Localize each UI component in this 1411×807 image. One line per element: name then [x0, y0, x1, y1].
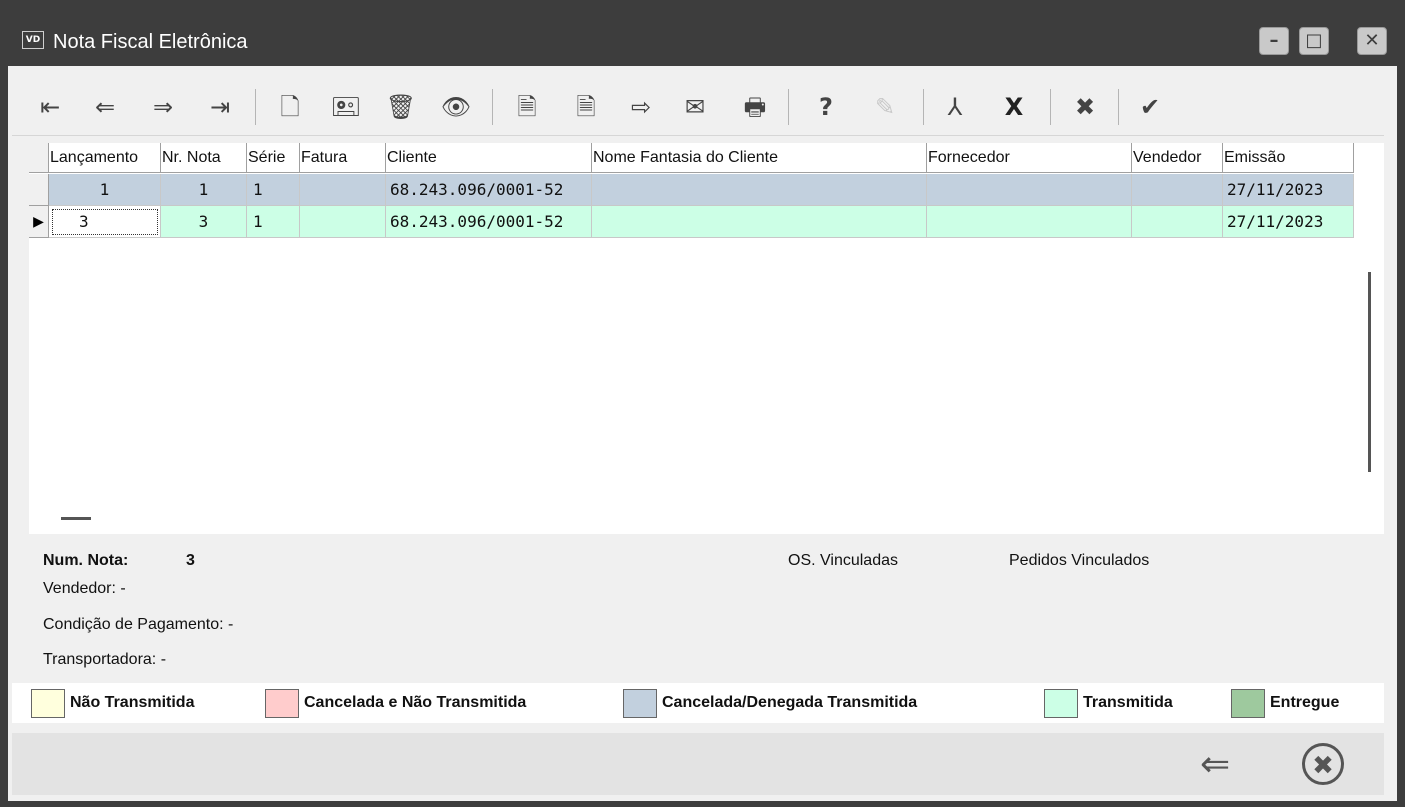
- toolbar: ⇤ ⇐ ⇒ ⇥ 🗋 🖭 🗑 👁 🗎 🗎 ⇨ ✉ 🖶 ? ✎ ⅄ X ✖ ✔: [12, 79, 1384, 136]
- view-eye-icon[interactable]: 👁: [436, 79, 476, 135]
- pedidos-vinculados-link[interactable]: Pedidos Vinculados: [1009, 552, 1149, 570]
- num-nota-value: 3: [186, 552, 195, 569]
- horizontal-scrollbar[interactable]: [61, 517, 91, 520]
- cell-vendedor[interactable]: [1132, 206, 1223, 238]
- cell-emissao[interactable]: 27/11/2023: [1223, 206, 1354, 238]
- column-header-emissao[interactable]: Emissão: [1223, 143, 1354, 173]
- column-header-serie[interactable]: Série: [247, 143, 300, 173]
- back-arrow-icon[interactable]: ⇐: [1200, 745, 1230, 785]
- table-row[interactable]: 1 1 1 68.243.096/0001-52 27/11/2023: [29, 174, 1354, 206]
- edit-disabled-icon: ✎: [874, 93, 896, 121]
- column-header-lancamento[interactable]: Lançamento: [49, 143, 161, 173]
- transmit-icon[interactable]: ⇨: [621, 79, 661, 135]
- legend-swatch-cancelada-nao-transmitida: [265, 689, 299, 718]
- cell-nome-fantasia[interactable]: [592, 174, 927, 206]
- legend-label-entregue: Entregue: [1270, 694, 1340, 711]
- close-circle-icon[interactable]: ✖: [1302, 743, 1344, 785]
- main-window: VD Nota Fiscal Eletrônica – □ ✕ ⇤ ⇐ ⇒ ⇥ …: [0, 0, 1405, 807]
- minimize-button[interactable]: –: [1259, 27, 1289, 55]
- vendedor-info: Vendedor: -: [43, 580, 126, 597]
- next-record-icon[interactable]: ⇒: [143, 79, 183, 135]
- cell-fatura[interactable]: [300, 206, 386, 238]
- toolbar-separator: [923, 89, 924, 125]
- vertical-scrollbar[interactable]: [1368, 272, 1371, 472]
- window-title: Nota Fiscal Eletrônica: [53, 31, 248, 53]
- confirm-check-icon[interactable]: ✔: [1130, 79, 1170, 135]
- legend-label-nao-transmitida: Não Transmitida: [70, 694, 195, 711]
- os-vinculadas-link[interactable]: OS. Vinculadas: [788, 552, 898, 570]
- title-bar: VD Nota Fiscal Eletrônica – □ ✕: [0, 8, 1405, 66]
- toolbar-separator: [255, 89, 256, 125]
- table-row-selected[interactable]: ▶ 3 3 1 68.243.096/0001-52 27/11/2023: [29, 206, 1354, 238]
- last-record-icon[interactable]: ⇥: [200, 79, 240, 135]
- close-window-button[interactable]: ✕: [1357, 27, 1387, 55]
- cell-serie[interactable]: 1: [247, 174, 300, 206]
- status-legend: Não Transmitida Cancelada e Não Transmit…: [12, 683, 1384, 723]
- new-document-icon[interactable]: 🗋: [270, 79, 310, 135]
- legend-swatch-transmitida: [1044, 689, 1078, 718]
- toolbar-separator: [492, 89, 493, 125]
- transportadora-info: Transportadora: -: [43, 651, 167, 668]
- column-header-fatura[interactable]: Fatura: [300, 143, 386, 173]
- legend-label-cancelada-denegada: Cancelada/Denegada Transmitida: [662, 694, 918, 711]
- cell-fatura[interactable]: [300, 174, 386, 206]
- cell-cliente[interactable]: 68.243.096/0001-52: [386, 206, 592, 238]
- column-header-cliente[interactable]: Cliente: [386, 143, 592, 173]
- help-icon[interactable]: ?: [806, 79, 846, 135]
- grid-indicator-header: [29, 143, 49, 173]
- delete-trash-icon[interactable]: 🗑: [381, 79, 421, 135]
- pdf-icon[interactable]: ⅄: [935, 79, 975, 135]
- print-icon[interactable]: 🖶: [735, 79, 775, 135]
- document-sync-icon[interactable]: 🗎: [566, 79, 606, 135]
- cell-nr-nota[interactable]: 1: [161, 174, 247, 206]
- first-record-icon[interactable]: ⇤: [30, 79, 70, 135]
- legend-swatch-nao-transmitida: [31, 689, 65, 718]
- cell-fornecedor[interactable]: [927, 174, 1132, 206]
- num-nota-label: Num. Nota:: [43, 552, 129, 569]
- cell-lancamento[interactable]: 1: [49, 174, 161, 206]
- current-row-arrow-icon: ▶: [29, 206, 49, 238]
- cell-fornecedor[interactable]: [927, 206, 1132, 238]
- legend-label-transmitida: Transmitida: [1083, 694, 1173, 711]
- row-indicator: [29, 174, 49, 206]
- condicao-pagamento-info: Condição de Pagamento: -: [43, 616, 234, 633]
- footer-bar: ⇐ ✖: [12, 733, 1384, 795]
- toolbar-separator: [788, 89, 789, 125]
- maximize-button[interactable]: □: [1299, 27, 1329, 55]
- cancel-document-icon[interactable]: 🗎: [507, 79, 547, 135]
- toolbar-separator: [1118, 89, 1119, 125]
- column-header-nr-nota[interactable]: Nr. Nota: [161, 143, 247, 173]
- toolbar-separator: [1050, 89, 1051, 125]
- invoice-grid[interactable]: Lançamento Nr. Nota Série Fatura Cliente…: [29, 143, 1384, 534]
- cell-emissao[interactable]: 27/11/2023: [1223, 174, 1354, 206]
- cell-cliente[interactable]: 68.243.096/0001-52: [386, 174, 592, 206]
- column-header-fornecedor[interactable]: Fornecedor: [927, 143, 1132, 173]
- cell-nome-fantasia[interactable]: [592, 206, 927, 238]
- email-icon[interactable]: ✉: [675, 79, 715, 135]
- column-header-vendedor[interactable]: Vendedor: [1132, 143, 1223, 173]
- cash-register-icon[interactable]: 🖭: [326, 79, 366, 135]
- legend-swatch-entregue: [1231, 689, 1265, 718]
- cancel-circle-icon[interactable]: ✖: [1065, 79, 1105, 135]
- cell-nr-nota[interactable]: 3: [161, 206, 247, 238]
- cell-vendedor[interactable]: [1132, 174, 1223, 206]
- cell-lancamento[interactable]: 3: [49, 206, 161, 238]
- legend-label-cancelada-nao-transmitida: Cancelada e Não Transmitida: [304, 694, 527, 711]
- column-header-nome-fantasia[interactable]: Nome Fantasia do Cliente: [592, 143, 927, 173]
- previous-record-icon[interactable]: ⇐: [85, 79, 125, 135]
- cell-serie[interactable]: 1: [247, 206, 300, 238]
- app-logo-icon: VD: [22, 31, 44, 49]
- xml-export-icon[interactable]: X: [994, 79, 1034, 135]
- legend-swatch-cancelada-denegada: [623, 689, 657, 718]
